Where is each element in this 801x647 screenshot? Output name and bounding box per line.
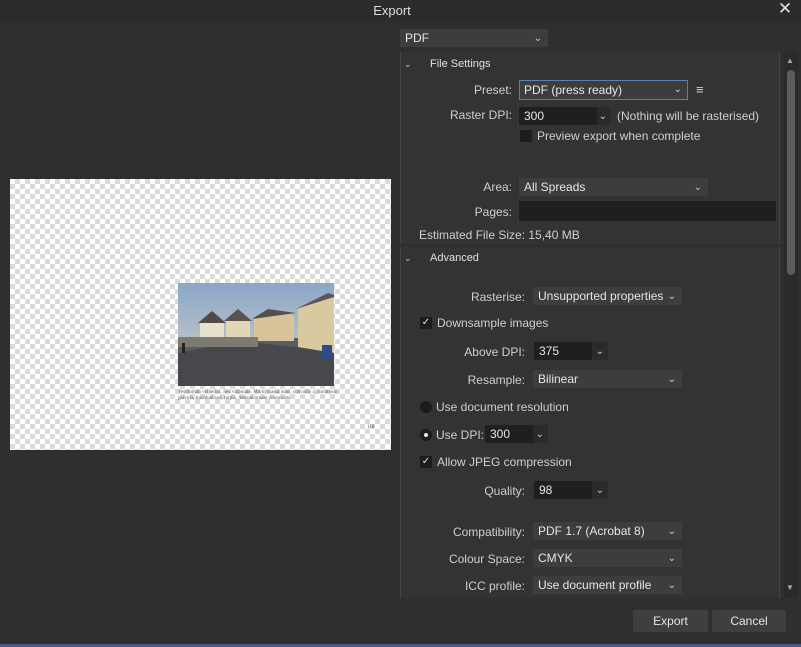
preset-menu-icon[interactable]: ≡ [696,82,704,97]
preset-value: PDF (press ready) [524,83,623,97]
above-dpi-label: Above DPI: [464,345,525,359]
compatibility-dropdown[interactable]: PDF 1.7 (Acrobat 8) ⌄ [533,522,682,540]
window-title: Export [373,3,411,18]
chevron-down-icon: ⌄ [533,33,542,44]
use-dpi-label[interactable]: Use DPI: [436,428,484,442]
chevron-down-icon[interactable]: ⌄ [404,59,412,70]
use-document-resolution-radio[interactable] [420,401,432,413]
chevron-down-icon: ⌄ [693,182,702,193]
allow-jpeg-checkbox[interactable]: ✓ [420,456,432,468]
pages-field[interactable] [519,201,776,221]
chevron-down-icon: ⌄ [598,111,607,122]
use-dpi-field[interactable]: 300 [485,425,533,443]
use-dpi-radio[interactable] [420,429,432,441]
cancel-button[interactable]: Cancel [712,610,786,632]
scroll-up-icon[interactable]: ▲ [786,56,794,65]
icc-profile-dropdown[interactable]: Use document profile ⌄ [533,576,682,594]
radio-selected-dot [424,433,428,437]
export-button[interactable]: Export [633,610,708,632]
advanced-header[interactable]: Advanced [430,252,479,264]
preview-export-checkbox[interactable] [520,130,532,142]
raster-dpi-dropdown[interactable]: ⌄ [597,107,611,125]
icc-profile-value: Use document profile [538,578,652,592]
resample-dropdown[interactable]: Bilinear ⌄ [533,370,682,388]
colour-space-dropdown[interactable]: CMYK ⌄ [533,549,682,567]
quality-label: Quality: [484,484,525,498]
area-value: All Spreads [524,180,586,194]
raster-dpi-field[interactable]: 300 [519,107,597,125]
file-settings-header[interactable]: File Settings [430,58,491,70]
use-dpi-dropdown[interactable]: ⌄ [533,425,548,443]
above-dpi-field[interactable]: 375 [534,342,592,360]
scrollbar-thumb[interactable] [787,70,795,275]
chevron-down-icon: ⌄ [673,84,682,95]
scroll-down-icon[interactable]: ▼ [786,583,794,592]
resample-value: Bilinear [538,372,579,386]
colour-space-label: Colour Space: [448,552,525,566]
pages-label: Pages: [474,205,512,219]
chevron-down-icon: ⌄ [667,291,676,302]
chevron-down-icon[interactable]: ⌄ [404,253,412,264]
chevron-down-icon: ⌄ [595,485,604,496]
icc-profile-label: ICC profile: [464,579,525,593]
downsample-checkbox[interactable]: ✓ [420,317,432,329]
chevron-down-icon: ⌄ [535,429,544,440]
chevron-down-icon: ⌄ [667,526,676,537]
preview-photo [178,283,334,386]
chevron-down-icon: ⌄ [667,580,676,591]
rasterise-dropdown[interactable]: Unsupported properties ⌄ [533,287,682,305]
format-dropdown[interactable]: PDF ⌄ [400,29,548,47]
format-value: PDF [405,31,429,45]
resample-label: Resample: [467,373,525,387]
raster-note: (Nothing will be rasterised) [617,109,760,123]
preset-dropdown[interactable]: PDF (press ready) ⌄ [519,80,688,100]
raster-dpi-label: Raster DPI: [449,108,512,122]
colour-space-value: CMYK [538,551,573,565]
quality-dropdown[interactable]: ⌄ [592,481,608,499]
estimated-file-size: Estimated File Size: 15,40 MB [419,228,580,242]
preview-export-label[interactable]: Preview export when complete [537,129,700,143]
rasterise-value: Unsupported properties [538,289,664,303]
allow-jpeg-label[interactable]: Allow JPEG compression [437,455,572,469]
use-document-resolution-label[interactable]: Use document resolution [436,400,569,414]
above-dpi-dropdown[interactable]: ⌄ [592,342,608,360]
preview-caption: Vestibulum vel tellus. Sed vulputate. Mo… [178,390,338,401]
chevron-down-icon: ⌄ [667,553,676,564]
preset-label: Preset: [473,83,512,97]
compatibility-value: PDF 1.7 (Acrobat 8) [538,524,645,538]
area-label: Area: [483,180,512,194]
chevron-down-icon: ⌄ [595,346,604,357]
close-icon[interactable]: ✕ [777,0,793,18]
area-dropdown[interactable]: All Spreads ⌄ [519,178,708,196]
rasterise-label: Rasterise: [470,290,525,304]
preview-page-number: 118 [367,425,375,430]
chevron-down-icon: ⌄ [667,374,676,385]
downsample-label[interactable]: Downsample images [437,316,548,330]
quality-field[interactable]: 98 [534,481,592,499]
compatibility-label: Compatibility: [452,525,525,539]
